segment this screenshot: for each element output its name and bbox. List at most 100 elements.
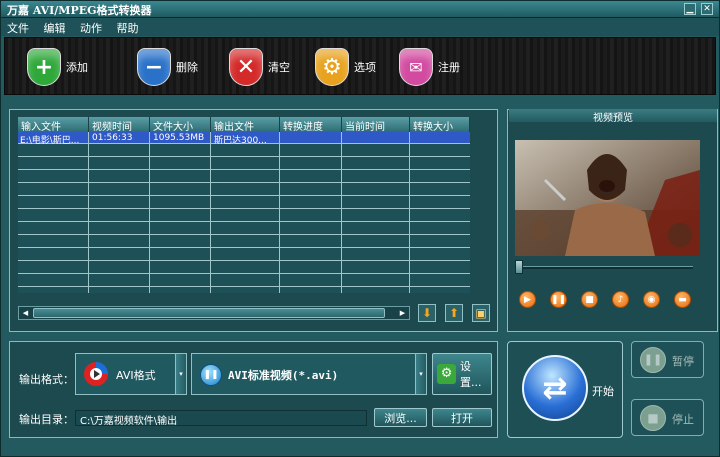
avi-format-icon xyxy=(84,362,108,386)
pause-label: 暂停 xyxy=(672,355,694,368)
clear-shield-icon: ✕ xyxy=(229,48,263,86)
menu-help[interactable]: 帮助 xyxy=(111,18,144,36)
chevron-down-icon[interactable]: ▾ xyxy=(175,354,186,394)
seek-bar[interactable] xyxy=(516,266,693,269)
options-label: 选项 xyxy=(354,61,376,74)
cell-duration: 01:56:33 xyxy=(92,133,133,143)
preview-title: 视频预览 xyxy=(509,109,717,124)
profile-value: AVI标准视频(*.avi) xyxy=(228,369,339,382)
register-shield-icon: ✉ xyxy=(399,48,433,86)
col-header-current-time[interactable]: 当前时间 xyxy=(342,117,410,132)
stop-icon: ■ xyxy=(640,405,666,431)
output-dir-label: 输出目录： xyxy=(19,413,74,426)
cell-size: 1095.53MB xyxy=(153,133,205,143)
table-row[interactable] xyxy=(18,275,470,287)
profile-icon: ❚❚ xyxy=(200,364,222,386)
settings-button[interactable]: ⚙ 设置... xyxy=(432,353,492,395)
col-header-output[interactable]: 输出文件 xyxy=(211,117,280,132)
grid-line xyxy=(341,132,342,293)
scroll-thumb[interactable] xyxy=(33,308,385,318)
video-frame-image xyxy=(515,140,700,256)
table-row[interactable] xyxy=(18,223,470,235)
stop-button[interactable]: ■ 停止 xyxy=(631,399,704,436)
pause-button[interactable]: ❚❚ 暂停 xyxy=(631,341,704,378)
add-label: 添加 xyxy=(66,61,88,74)
volume-button[interactable]: ♪ xyxy=(612,291,629,308)
menu-file[interactable]: 文件 xyxy=(1,18,34,36)
clear-label: 清空 xyxy=(268,61,290,74)
table-row[interactable]: E:\电影\斯巴... 01:56:33 1095.53MB 斯巴达300... xyxy=(18,132,470,146)
col-header-input[interactable]: 输入文件 xyxy=(18,117,89,132)
pause-icon: ❚❚ xyxy=(550,294,567,305)
add-shield-icon: + xyxy=(27,48,61,86)
table-row[interactable] xyxy=(18,171,470,183)
play-icon: ▶ xyxy=(524,294,531,305)
browse-button[interactable]: 浏览... xyxy=(374,408,427,427)
output-dir-field[interactable]: C:\万嘉视频软件\输出 xyxy=(75,410,367,427)
minimize-button[interactable]: ▁ xyxy=(684,3,696,15)
window-title: 万嘉 AVI/MPEG格式转换器 xyxy=(7,4,152,17)
close-button[interactable]: ✕ xyxy=(701,3,713,15)
stop-preview-button[interactable]: ■ xyxy=(581,291,598,308)
menu-bar: 文件 编辑 动作 帮助 xyxy=(1,18,719,36)
table-row[interactable] xyxy=(18,197,470,209)
table-row[interactable] xyxy=(18,236,470,248)
scroll-left-icon[interactable]: ◀ xyxy=(20,308,31,318)
table-row[interactable] xyxy=(18,210,470,222)
table-row[interactable] xyxy=(18,249,470,261)
remove-button[interactable]: − 删除 xyxy=(137,47,198,87)
col-header-size[interactable]: 文件大小 xyxy=(150,117,211,132)
seek-thumb[interactable] xyxy=(515,260,523,274)
stop-icon: ■ xyxy=(585,294,594,305)
move-up-button[interactable]: ⬆ xyxy=(445,304,463,322)
clear-button[interactable]: ✕ 清空 xyxy=(229,47,290,87)
grid-line xyxy=(88,132,89,293)
info-icon: ▣ xyxy=(475,306,487,320)
move-down-button[interactable]: ⬇ xyxy=(418,304,436,322)
grid-line xyxy=(149,132,150,293)
arrow-down-icon: ⬇ xyxy=(421,306,433,320)
settings-label: 设置... xyxy=(460,360,482,389)
menu-action[interactable]: 动作 xyxy=(74,18,107,36)
toolbar: + 添加 − 删除 ✕ 清空 ⚙ 选项 ✉ 注册 xyxy=(4,37,716,95)
play-button[interactable]: ▶ xyxy=(519,291,536,308)
settings-gear-icon: ⚙ xyxy=(437,364,457,384)
video-preview xyxy=(515,140,700,256)
table-row[interactable] xyxy=(18,158,470,170)
camera-icon: ◉ xyxy=(647,294,656,305)
table-row[interactable] xyxy=(18,145,470,157)
table-row[interactable] xyxy=(18,184,470,196)
register-button[interactable]: ✉ 注册 xyxy=(399,47,460,87)
col-header-duration[interactable]: 视频时间 xyxy=(89,117,150,132)
format-select[interactable]: AVI格式 ▾ xyxy=(75,353,187,395)
horizontal-scrollbar[interactable]: ◀ ▶ xyxy=(18,306,410,320)
grid-line xyxy=(210,132,211,293)
stop-label: 停止 xyxy=(672,413,694,426)
title-bar: 万嘉 AVI/MPEG格式转换器 ▁ ✕ xyxy=(1,1,719,18)
file-info-button[interactable]: ▣ xyxy=(472,304,490,322)
format-value: AVI格式 xyxy=(116,369,156,382)
remove-shield-icon: − xyxy=(137,48,171,86)
pause-preview-button[interactable]: ❚❚ xyxy=(550,291,567,308)
start-button[interactable]: ⇄ 开始 xyxy=(507,341,623,438)
col-header-converted-size[interactable]: 转换大小 xyxy=(410,117,470,132)
menu-edit[interactable]: 编辑 xyxy=(38,18,71,36)
table-row[interactable] xyxy=(18,262,470,274)
col-header-progress[interactable]: 转换进度 xyxy=(280,117,342,132)
chevron-down-icon[interactable]: ▾ xyxy=(415,354,426,394)
open-folder-button[interactable]: ▬ xyxy=(674,291,691,308)
options-shield-icon: ⚙ xyxy=(315,48,349,86)
register-label: 注册 xyxy=(438,61,460,74)
grid-line xyxy=(409,132,410,293)
volume-icon: ♪ xyxy=(617,294,624,305)
shuffle-icon: ⇄ xyxy=(522,355,588,421)
start-label: 开始 xyxy=(592,385,614,398)
add-button[interactable]: + 添加 xyxy=(27,47,88,87)
profile-select[interactable]: ❚❚ AVI标准视频(*.avi) ▾ xyxy=(191,353,427,395)
snapshot-button[interactable]: ◉ xyxy=(643,291,660,308)
output-format-label: 输出格式： xyxy=(19,373,74,386)
arrow-up-icon: ⬆ xyxy=(448,306,460,320)
options-button[interactable]: ⚙ 选项 xyxy=(315,47,376,87)
scroll-right-icon[interactable]: ▶ xyxy=(397,308,408,318)
open-button[interactable]: 打开 xyxy=(432,408,492,427)
